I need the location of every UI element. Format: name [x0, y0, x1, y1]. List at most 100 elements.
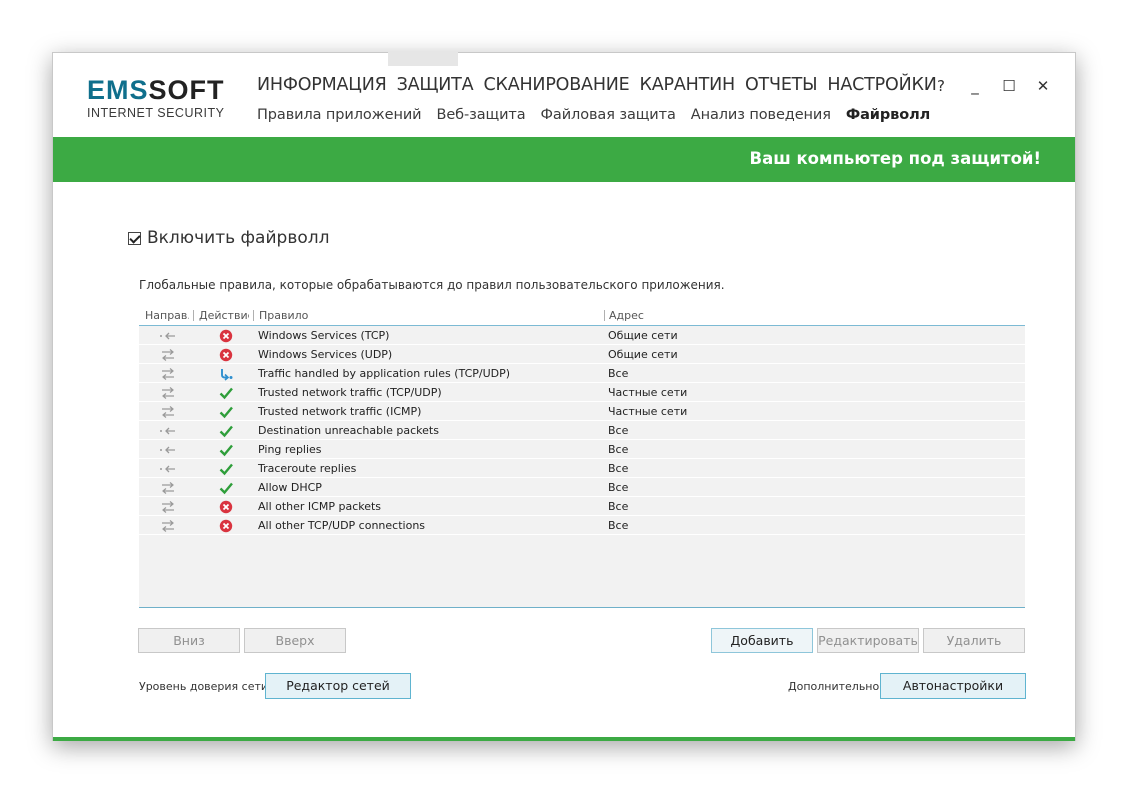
- edit-rule-button[interactable]: Редактировать: [817, 628, 919, 653]
- app-window: EMSSOFT INTERNET SECURITY ИНФОРМАЦИЯ ЗАЩ…: [52, 52, 1076, 741]
- enable-firewall-label[interactable]: Включить файрволл: [147, 228, 329, 248]
- emsisoft-logo: EMSSOFT INTERNET SECURITY: [87, 75, 225, 120]
- allow-checkmark-icon: [219, 480, 233, 495]
- bidirectional-arrows-icon: [159, 347, 177, 361]
- column-separator[interactable]: [193, 310, 194, 321]
- header-direction[interactable]: Направ.: [145, 309, 189, 322]
- network-editor-button[interactable]: Редактор сетей: [265, 673, 411, 699]
- table-row[interactable]: All other ICMP packets Все: [139, 497, 1025, 516]
- rule-name: Windows Services (TCP): [258, 329, 390, 342]
- autosettings-button[interactable]: Автонастройки: [880, 673, 1026, 699]
- inbound-arrow-icon: [159, 328, 177, 342]
- rule-name: Traceroute replies: [258, 462, 357, 475]
- app-rules-icon: [219, 366, 233, 381]
- enable-firewall-checkbox[interactable]: [128, 231, 141, 245]
- subnav-web-protection[interactable]: Веб-защита: [436, 107, 525, 123]
- allow-checkmark-icon: [219, 404, 233, 419]
- nav-info[interactable]: ИНФОРМАЦИЯ: [257, 75, 387, 95]
- column-separator[interactable]: [604, 310, 605, 321]
- rule-name: Windows Services (UDP): [258, 348, 393, 361]
- protection-status-text: Ваш компьютер под защитой!: [749, 149, 1042, 168]
- rule-address: Частные сети: [608, 386, 688, 399]
- logo-wordmark: EMSSOFT: [87, 75, 225, 105]
- rule-address: Все: [608, 481, 629, 494]
- table-row[interactable]: Allow DHCP Все: [139, 478, 1025, 497]
- bidirectional-arrows-icon: [159, 499, 177, 513]
- allow-checkmark-icon: [219, 385, 233, 400]
- logo-product-name: INTERNET SECURITY: [87, 106, 225, 120]
- table-row[interactable]: Windows Services (UDP) Общие сети: [139, 345, 1025, 364]
- block-icon: [219, 518, 233, 533]
- block-icon: [219, 347, 233, 362]
- nav-protection[interactable]: ЗАЩИТА: [397, 75, 474, 95]
- minimize-button[interactable]: _: [967, 77, 983, 95]
- sub-navigation: Правила приложений Веб-защита Файловая з…: [257, 107, 930, 123]
- rule-address: Все: [608, 500, 629, 513]
- rule-address: Все: [608, 519, 629, 532]
- bidirectional-arrows-icon: [159, 518, 177, 532]
- rule-address: Все: [608, 462, 629, 475]
- title-grip[interactable]: [388, 52, 458, 66]
- header-address[interactable]: Адрес: [609, 309, 644, 322]
- block-icon: [219, 328, 233, 343]
- bottom-accent-bar: [53, 737, 1075, 741]
- rules-description: Глобальные правила, которые обрабатывают…: [139, 278, 725, 292]
- table-header: Направ. Действие Правило Адрес: [139, 306, 1025, 326]
- close-button[interactable]: ✕: [1035, 77, 1051, 95]
- rule-name: Trusted network traffic (ICMP): [258, 405, 422, 418]
- main-navigation: ИНФОРМАЦИЯ ЗАЩИТА СКАНИРОВАНИЕ КАРАНТИН …: [257, 75, 937, 95]
- rule-name: Allow DHCP: [258, 481, 322, 494]
- window-controls: ? _ ☐ ✕: [933, 77, 1051, 95]
- allow-checkmark-icon: [219, 423, 233, 438]
- move-up-button[interactable]: Вверх: [244, 628, 346, 653]
- table-row[interactable]: Windows Services (TCP) Общие сети: [139, 326, 1025, 345]
- enable-firewall-row: Включить файрволл: [128, 228, 329, 248]
- table-row[interactable]: Destination unreachable packets Все: [139, 421, 1025, 440]
- subnav-firewall[interactable]: Файрволл: [846, 107, 930, 123]
- help-button[interactable]: ?: [933, 77, 949, 95]
- rule-address: Частные сети: [608, 405, 688, 418]
- table-row[interactable]: All other TCP/UDP connections Все: [139, 516, 1025, 535]
- allow-checkmark-icon: [219, 461, 233, 476]
- subnav-app-rules[interactable]: Правила приложений: [257, 107, 422, 123]
- delete-rule-button[interactable]: Удалить: [923, 628, 1025, 653]
- nav-quarantine[interactable]: КАРАНТИН: [640, 75, 736, 95]
- bidirectional-arrows-icon: [159, 480, 177, 494]
- rule-name: Destination unreachable packets: [258, 424, 439, 437]
- bidirectional-arrows-icon: [159, 404, 177, 418]
- nav-settings[interactable]: НАСТРОЙКИ: [827, 75, 936, 95]
- status-banner: Ваш компьютер под защитой!: [53, 137, 1075, 182]
- rule-name: All other ICMP packets: [258, 500, 382, 513]
- add-rule-button[interactable]: Добавить: [711, 628, 813, 653]
- network-trust-label: Уровень доверия сети:: [139, 680, 272, 693]
- rule-address: Все: [608, 443, 629, 456]
- table-row[interactable]: Trusted network traffic (ICMP) Частные се…: [139, 402, 1025, 421]
- nav-reports[interactable]: ОТЧЕТЫ: [745, 75, 818, 95]
- rule-address: Все: [608, 424, 629, 437]
- table-body: Windows Services (TCP) Общие сети Windows …: [139, 326, 1025, 535]
- table-row[interactable]: Ping replies Все: [139, 440, 1025, 459]
- header-rule[interactable]: Правило: [259, 309, 308, 322]
- inbound-arrow-icon: [159, 461, 177, 475]
- column-separator[interactable]: [253, 310, 254, 321]
- nav-scan[interactable]: СКАНИРОВАНИЕ: [483, 75, 629, 95]
- firewall-rules-table: Направ. Действие Правило Адрес Windows S…: [139, 306, 1025, 608]
- table-row[interactable]: Traceroute replies Все: [139, 459, 1025, 478]
- block-icon: [219, 499, 233, 514]
- subnav-file-guard[interactable]: Файловая защита: [541, 107, 676, 123]
- table-row[interactable]: Traffic handled by application rules (TC…: [139, 364, 1025, 383]
- rule-name: All other TCP/UDP connections: [258, 519, 426, 532]
- additional-label: Дополнительно:: [788, 680, 883, 693]
- inbound-arrow-icon: [159, 423, 177, 437]
- subnav-behavior-blocker[interactable]: Анализ поведения: [691, 107, 831, 123]
- header-action[interactable]: Действие: [199, 309, 249, 322]
- rule-address: Общие сети: [608, 348, 678, 361]
- bidirectional-arrows-icon: [159, 385, 177, 399]
- table-row[interactable]: Trusted network traffic (TCP/UDP) Частные…: [139, 383, 1025, 402]
- bidirectional-arrows-icon: [159, 366, 177, 380]
- maximize-button[interactable]: ☐: [1001, 77, 1017, 95]
- rule-name: Traffic handled by application rules (TC…: [258, 367, 511, 380]
- move-down-button[interactable]: Вниз: [138, 628, 240, 653]
- rule-name: Ping replies: [258, 443, 322, 456]
- rule-name: Trusted network traffic (TCP/UDP): [258, 386, 442, 399]
